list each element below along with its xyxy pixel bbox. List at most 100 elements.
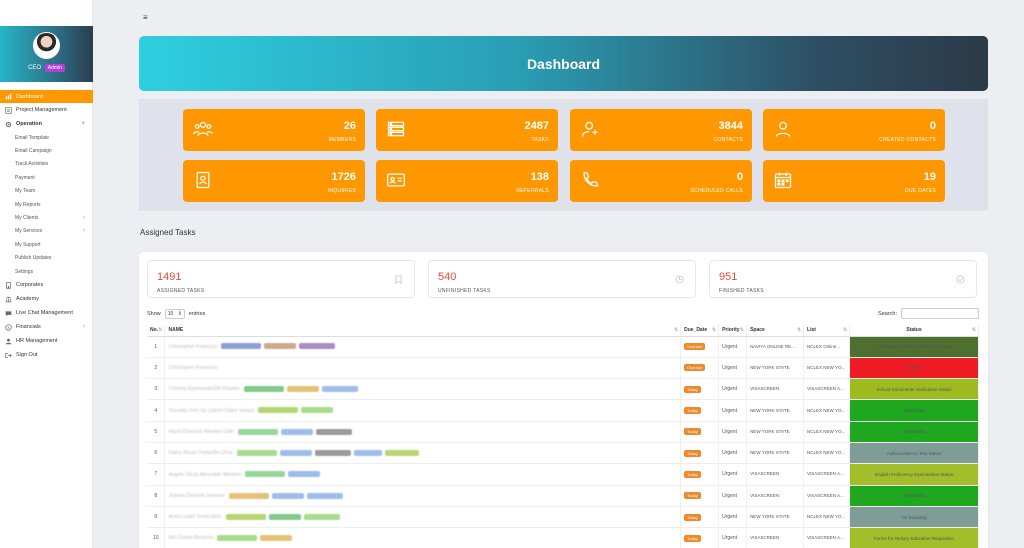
task-name[interactable]: Mici Dirsdo Bedonia bbox=[168, 535, 212, 541]
table-row[interactable]: 6 Diana Rousn Fortanillo Chua Today Urgent N… bbox=[147, 442, 979, 465]
stat-value: 19 bbox=[923, 171, 936, 183]
status-badge[interactable]: School Documents Verification Status bbox=[849, 378, 979, 401]
task-name[interactable]: Seoodity Fort Sty Libeml Dates Senios bbox=[168, 408, 254, 414]
sort-icon: ⇅ bbox=[842, 327, 848, 333]
entries-select[interactable]: 10 ⇕ bbox=[164, 309, 185, 319]
stat-card-referrals[interactable]: 138 REFERRALS bbox=[376, 160, 558, 202]
stat-card-tasks[interactable]: 2487 TASKS bbox=[376, 109, 558, 151]
sidebar-item-academy[interactable]: Academy bbox=[0, 292, 93, 306]
status-badge[interactable]: Application bbox=[849, 485, 979, 507]
sidebar-subitem-my-team[interactable]: My Team bbox=[0, 185, 93, 198]
table-row[interactable]: 10 Mici Dirsdo Bedonia Today Urgent VISASCRE… bbox=[147, 527, 979, 548]
sidebar-subitem-my-reports[interactable]: My Reports bbox=[0, 198, 93, 211]
sidebar-subitem-email-campaign[interactable]: Email Campaign bbox=[0, 144, 93, 157]
priority: Urgent bbox=[718, 357, 748, 380]
sidebar: CEO Admin Dashboard Project Management Ope… bbox=[0, 0, 93, 548]
sidebar-item-live-chat-management[interactable]: Live Chat Management bbox=[0, 306, 93, 320]
priority: Urgent bbox=[718, 527, 748, 548]
due-badge: Today bbox=[684, 513, 701, 521]
sidebar-item-operation[interactable]: Operation + bbox=[0, 117, 93, 131]
menu-toggle-icon[interactable]: ≡ bbox=[143, 13, 148, 22]
summary-label: FINISHED TASKS bbox=[719, 288, 764, 294]
task-name[interactable]: Christopher Francisco bbox=[168, 344, 217, 350]
column-header-list[interactable]: List ⇅ bbox=[803, 325, 851, 337]
sidebar-item-project-management[interactable]: Project Management bbox=[0, 103, 93, 117]
sidebar-nav: Dashboard Project Management Operation + Ema… bbox=[0, 90, 93, 362]
stat-card-inquiries[interactable]: 1726 INQUIRIES bbox=[183, 160, 365, 202]
status-badge[interactable]: Closed bbox=[849, 357, 979, 380]
sort-icon: ⇅ bbox=[711, 327, 717, 333]
table-row[interactable]: 1 Christopher Francisco Overdue Urgent NAVIY… bbox=[147, 336, 979, 358]
stat-card-due-dates[interactable]: 19 DUE DATES bbox=[763, 160, 945, 202]
sidebar-subitem-settings[interactable]: Settings bbox=[0, 265, 93, 278]
due-badge: Overdue bbox=[684, 364, 706, 372]
sidebar-subitem-my-services[interactable]: My Services ‹ bbox=[0, 225, 93, 238]
task-name[interactable]: Joanna Duclarta Setunas bbox=[168, 493, 224, 499]
stat-card-created-contacts[interactable]: 0 CREATED CONTACTS bbox=[763, 109, 945, 151]
sidebar-subitem-my-support[interactable]: My Support bbox=[0, 238, 93, 251]
space: NEW YORK STATE bbox=[746, 442, 805, 465]
sidebar-subitem-publish-updates[interactable]: Publish Updates bbox=[0, 252, 93, 265]
status-badge[interactable]: English Proficiency Examination Status bbox=[849, 463, 979, 486]
status-badge[interactable]: Application bbox=[849, 399, 979, 422]
status-badge[interactable]: On Boarding bbox=[849, 506, 979, 529]
task-tag bbox=[258, 407, 299, 414]
sidebar-item-sign-out[interactable]: Sign Out bbox=[0, 348, 93, 362]
search-input[interactable] bbox=[901, 308, 979, 319]
priority: Urgent bbox=[718, 485, 748, 507]
status-badge[interactable]: Application bbox=[849, 421, 979, 443]
task-name[interactable]: Hazel Ebecrore Abedles Gille bbox=[168, 429, 233, 435]
table-row[interactable]: 9 Anna Lisiad Yonist Alelu Today Urgent NEW … bbox=[147, 506, 979, 529]
column-header-priority[interactable]: Priority ⇅ bbox=[718, 325, 748, 337]
row-number: 10 bbox=[147, 527, 166, 548]
stats-panel: 26 MEMBERS 2487 TASKS 3844 CONTACTS 0 CREATED C… bbox=[139, 99, 988, 211]
signout-icon bbox=[5, 352, 12, 359]
column-header-name[interactable]: NAME ⇅ bbox=[164, 325, 682, 337]
sidebar-item-label: Operation bbox=[16, 121, 42, 127]
column-header-status[interactable]: Status ⇅ bbox=[849, 325, 979, 337]
sidebar-item-corporates[interactable]: Corporates bbox=[0, 278, 93, 292]
sidebar-subitem-email-template[interactable]: Email Template bbox=[0, 131, 93, 144]
space: NEW YORK STATE bbox=[746, 421, 805, 443]
sidebar-item-hr-management[interactable]: HR Management bbox=[0, 334, 93, 348]
avatar[interactable] bbox=[33, 32, 60, 59]
expand-icon: + bbox=[81, 121, 85, 127]
column-header-duedate[interactable]: Due_Date ⇅ bbox=[680, 325, 720, 337]
task-tag bbox=[303, 513, 340, 520]
status-badge[interactable]: Calibration and One on One Coaching bbox=[849, 336, 979, 358]
stat-label: CREATED CONTACTS bbox=[879, 137, 936, 143]
list: VISASCREEN A... bbox=[803, 463, 851, 486]
sidebar-subitem-payment[interactable]: Payment bbox=[0, 171, 93, 184]
status-badge[interactable]: Authorization to Test Status bbox=[849, 442, 979, 465]
sidebar-item-financials[interactable]: $ Financials ‹ bbox=[0, 320, 93, 334]
column-header-space[interactable]: Space ⇅ bbox=[746, 325, 805, 337]
stat-card-scheduled-calls[interactable]: 0 SCHEDULED CALLS bbox=[570, 160, 752, 202]
table-row[interactable]: 8 Joanna Duclarta Setunas Today Urgent VISAS… bbox=[147, 485, 979, 507]
priority: Urgent bbox=[718, 421, 748, 443]
sidebar-item-dashboard[interactable]: Dashboard bbox=[0, 90, 93, 103]
column-header-no[interactable]: No. ⇅ bbox=[147, 325, 166, 337]
sidebar-subitem-label: My Support bbox=[15, 241, 41, 248]
table-row[interactable]: 4 Seoodity Fort Sty Libeml Dates Senios To… bbox=[147, 399, 979, 422]
list: VISASCREEN A... bbox=[803, 378, 851, 401]
task-name[interactable]: Crissela Raymundo/Del Rosario bbox=[168, 386, 239, 392]
priority: Urgent bbox=[718, 336, 748, 358]
task-name[interactable]: Diana Rousn Fortanillo Chua bbox=[168, 450, 232, 456]
sidebar-subitem-my-clients[interactable]: My Clients ‹ bbox=[0, 211, 93, 224]
task-name[interactable]: Christopher Francisco bbox=[168, 365, 217, 371]
sidebar-subitem-track-activities[interactable]: Track Activities bbox=[0, 158, 93, 171]
table-row[interactable]: 3 Crissela Raymundo/Del Rosario Today Urgen… bbox=[147, 378, 979, 401]
due-badge: Today bbox=[684, 428, 701, 436]
stat-card-members[interactable]: 26 MEMBERS bbox=[183, 109, 365, 151]
task-name[interactable]: Angelic Ricas Abroodde Montero bbox=[168, 472, 241, 478]
table-row[interactable]: 2 Christopher Francisco Overdue Urgent NEW Y… bbox=[147, 357, 979, 380]
table-row[interactable]: 7 Angelic Ricas Abroodde Montero Today Urge… bbox=[147, 463, 979, 486]
row-number: 3 bbox=[147, 378, 166, 401]
sidebar-subitem-label: Publish Updates bbox=[15, 255, 52, 262]
entries-control: Show 10 ⇕ entries bbox=[147, 309, 205, 319]
stat-card-contacts[interactable]: 3844 CONTACTS bbox=[570, 109, 752, 151]
task-tag bbox=[245, 471, 286, 478]
task-name[interactable]: Anna Lisiad Yonist Alelu bbox=[168, 514, 221, 520]
status-badge[interactable]: Forms for Tertiary Education Requisition bbox=[849, 527, 979, 548]
table-row[interactable]: 5 Hazel Ebecrore Abedles Gille Today Urgent… bbox=[147, 421, 979, 443]
